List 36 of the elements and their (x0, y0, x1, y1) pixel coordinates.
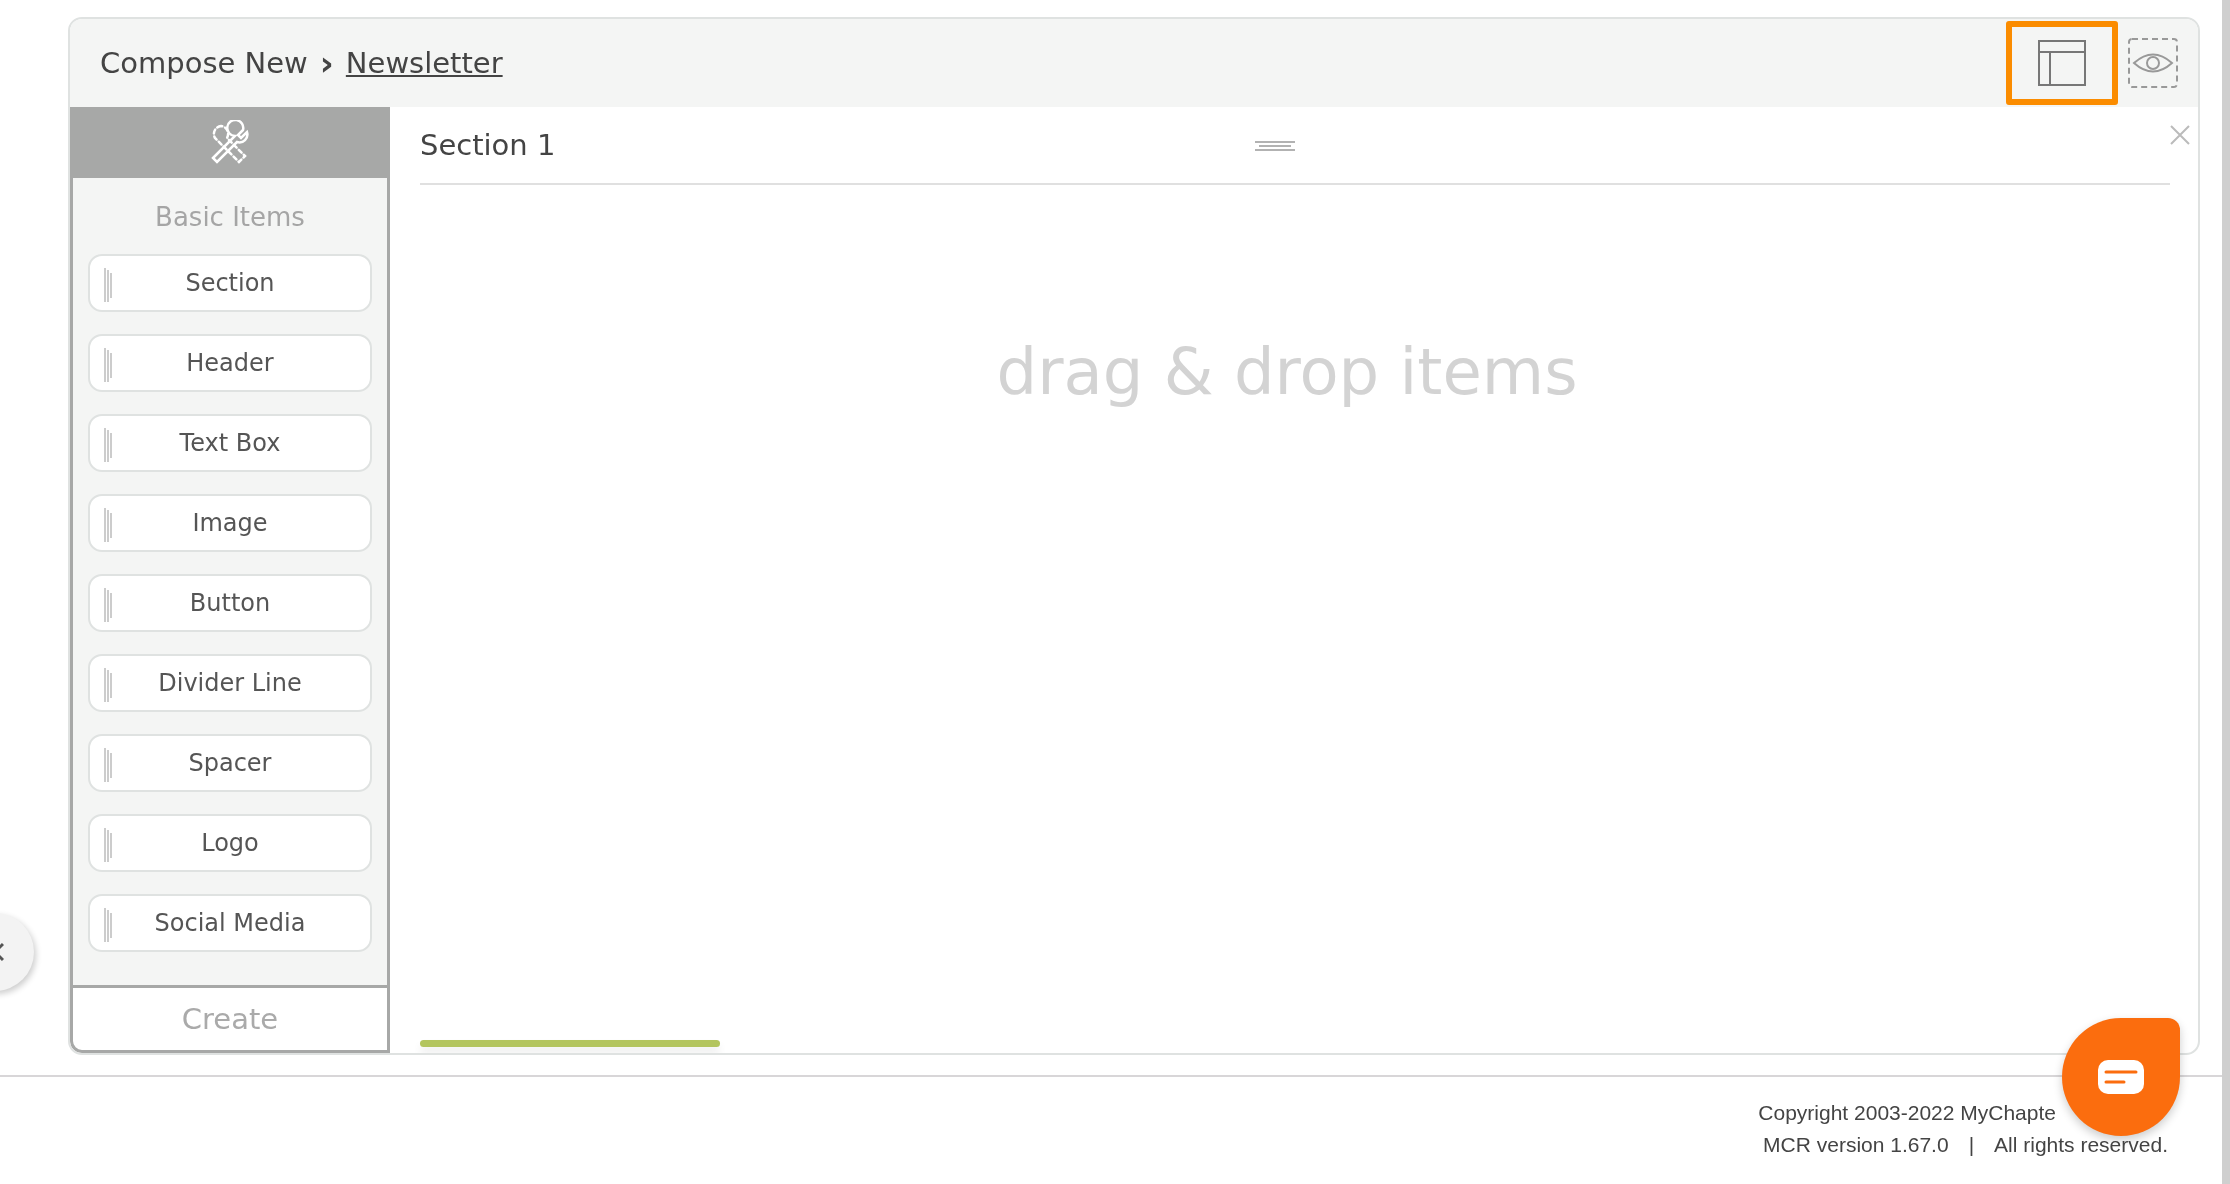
grip-icon (104, 748, 112, 782)
layout-button[interactable] (2006, 21, 2118, 105)
breadcrumb-link[interactable]: Newsletter (345, 46, 503, 80)
section-title: Section 1 (420, 128, 556, 162)
version-text: MCR version 1.67.0 (1763, 1133, 1949, 1157)
grip-icon (104, 588, 112, 622)
draggable-item[interactable]: Text Box (88, 414, 372, 472)
draggable-item[interactable]: Section (88, 254, 372, 312)
chat-icon (2098, 1060, 2144, 1094)
grip-icon (104, 908, 112, 942)
breadcrumb-separator: › (319, 43, 334, 83)
draggable-item[interactable]: Spacer (88, 734, 372, 792)
grip-icon (104, 828, 112, 862)
draggable-item[interactable]: Divider Line (88, 654, 372, 712)
scrollbar[interactable] (2222, 0, 2230, 1184)
breadcrumb-parent: Compose New (100, 46, 308, 80)
eye-icon (2128, 38, 2178, 88)
copyright-text: Copyright 2003-2022 MyChapte (1758, 1101, 2056, 1125)
panel-heading: Basic Items (155, 202, 305, 232)
grip-icon (104, 268, 112, 302)
preview-button[interactable] (2126, 36, 2180, 90)
rights-text: All rights reserved. (1994, 1133, 2168, 1157)
draggable-item[interactable]: Image (88, 494, 372, 552)
grip-icon (104, 348, 112, 382)
draggable-item[interactable]: Social Media (88, 894, 372, 952)
layout-icon (2038, 40, 2086, 86)
grip-icon (104, 428, 112, 462)
chat-button[interactable] (2062, 1018, 2180, 1136)
close-icon (2170, 125, 2190, 145)
draggable-item[interactable]: Button (88, 574, 372, 632)
grip-icon (104, 668, 112, 702)
draggable-item[interactable]: Logo (88, 814, 372, 872)
drag-handle-icon[interactable] (1255, 141, 1295, 151)
grip-icon (104, 508, 112, 542)
draggable-item[interactable]: Header (88, 334, 372, 392)
footer-separator: | (1968, 1133, 1975, 1157)
